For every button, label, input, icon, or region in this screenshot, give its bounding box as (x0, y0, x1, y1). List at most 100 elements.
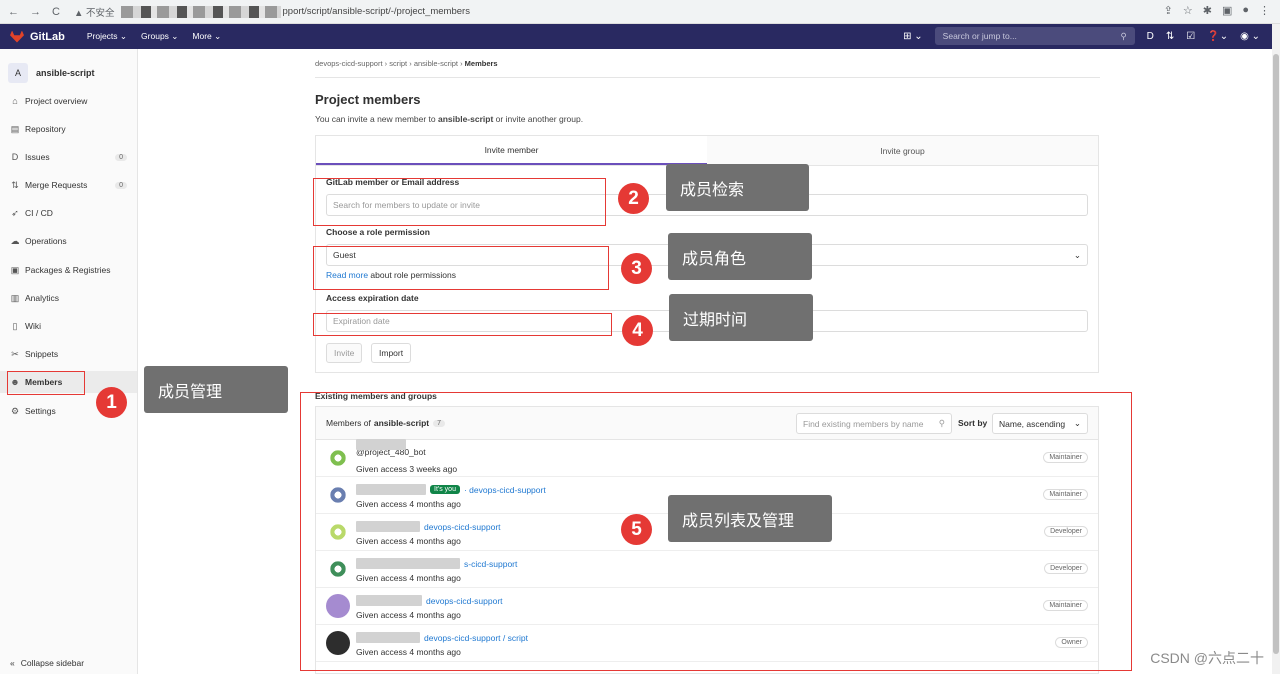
sidebar-item-label: Repository (25, 124, 66, 134)
breadcrumb-current: Members (464, 59, 498, 68)
scrollbar-thumb[interactable] (1273, 54, 1279, 654)
nav-groups[interactable]: Groups ⌄ (141, 31, 178, 42)
todo-icon[interactable]: ☑ (1186, 31, 1195, 42)
annotation-number-2: 2 (618, 183, 649, 214)
annotation-callout-4: 过期时间 (669, 294, 813, 341)
merge-requests-nav-icon[interactable]: ⇅ (1166, 31, 1174, 42)
breadcrumb: devops-cicd-support › script › ansible-s… (315, 59, 498, 68)
annotation-number-5: 5 (621, 514, 652, 545)
tab-invite-group[interactable]: Invite group (707, 136, 1098, 165)
sidebar-item-label: Packages & Registries (25, 265, 111, 275)
project-name: ansible-script (36, 68, 95, 78)
sidebar-item-label: Snippets (25, 349, 59, 359)
insecure-label: 不安全 (86, 7, 115, 19)
sidebar-item-label: Issues (25, 152, 50, 162)
book-icon: ▤ (10, 123, 20, 134)
nav-projects[interactable]: Projects ⌄ (87, 31, 127, 42)
sidebar-item-operations[interactable]: ☁ Operations (0, 230, 137, 252)
annotation-callout-3: 成员角色 (668, 233, 812, 280)
sidebar-item-label: Merge Requests (25, 180, 88, 190)
chevron-down-icon: ⌄ (1073, 249, 1081, 260)
collapse-sidebar-button[interactable]: « Collapse sidebar (10, 658, 84, 668)
divider (315, 77, 1100, 78)
share-icon[interactable]: ⇪ (1164, 4, 1173, 17)
redacted-url-part (120, 5, 281, 18)
reload-icon[interactable]: C (52, 6, 60, 18)
extensions-icon[interactable]: ✱ (1203, 4, 1212, 17)
double-chevron-left-icon: « (10, 658, 15, 668)
merge-request-icon: ⇅ (11, 179, 19, 190)
project-avatar: A (8, 63, 28, 83)
sidebar-item-label: Project overview (25, 96, 88, 106)
issues-nav-icon[interactable]: D (1147, 31, 1154, 42)
sidebar-item-project-overview[interactable]: ⌂ Project overview (0, 90, 137, 112)
rocket-icon: ➶ (11, 207, 19, 218)
breadcrumb-project[interactable]: ansible-script (414, 59, 458, 68)
address-bar[interactable]: ▲ 不安全 pport/script/ansible-script/-/proj… (74, 3, 470, 21)
forward-icon[interactable]: → (30, 6, 41, 18)
sidebar-item-label: CI / CD (25, 208, 53, 218)
sidebar-item-label: Operations (25, 236, 67, 246)
scissors-icon: ✂ (11, 348, 19, 359)
profile-icon[interactable]: ● (1242, 4, 1249, 17)
invite-button[interactable]: Invite (326, 343, 363, 363)
tab-invite-member[interactable]: Invite member (316, 136, 707, 165)
mr-count-badge: 0 (115, 181, 127, 189)
cloud-gauge-icon: ☁ (10, 235, 20, 246)
expiry-field-label: Access expiration date (326, 293, 419, 303)
annotation-box-expiry (313, 313, 612, 336)
nav-more[interactable]: More ⌄ (192, 31, 221, 42)
sidebar-item-label: Settings (25, 406, 56, 416)
new-plus-icon[interactable]: ⊞ ⌄ (903, 31, 923, 42)
gear-icon: ⚙ (10, 405, 20, 416)
breadcrumb-group[interactable]: devops-cicd-support (315, 59, 383, 68)
subtitle-project: ansible-script (438, 114, 494, 124)
sidebar-item-label: Analytics (25, 293, 60, 303)
gitlab-logo[interactable]: GitLab (0, 30, 65, 43)
sidebar-item-ci-cd[interactable]: ➶ CI / CD (0, 202, 137, 224)
help-icon[interactable]: ❓⌄ (1207, 31, 1228, 42)
sidebar-project-header[interactable]: A ansible-script (0, 49, 137, 87)
more-icon[interactable]: ⋮ (1259, 4, 1270, 17)
user-avatar-menu[interactable]: ◉ ⌄ (1240, 31, 1260, 42)
sidebar-item-wiki[interactable]: ▯ Wiki (0, 315, 137, 337)
back-icon[interactable]: ← (8, 6, 19, 18)
sidebar-item-analytics[interactable]: ▥ Analytics (0, 287, 137, 309)
collapse-label: Collapse sidebar (20, 658, 85, 668)
tanuki-icon (10, 30, 24, 43)
book-open-icon: ▯ (12, 320, 18, 331)
gitlab-top-nav: GitLab Projects ⌄ Groups ⌄ More ⌄ ⊞ ⌄ Se… (0, 24, 1272, 49)
annotation-number-4: 4 (622, 315, 653, 346)
annotation-callout-5: 成员列表及管理 (668, 495, 832, 542)
browser-toolbar: ← → C ▲ 不安全 pport/script/ansible-script/… (0, 0, 1280, 24)
sidebar-item-issues[interactable]: D Issues 0 (0, 146, 137, 168)
issues-count-badge: 0 (115, 153, 127, 161)
chart-icon: ▥ (10, 292, 20, 303)
sidebar-item-repository[interactable]: ▤ Repository (0, 118, 137, 140)
sidebar-item-packages[interactable]: ▣ Packages & Registries (0, 259, 137, 281)
sidebar-item-snippets[interactable]: ✂ Snippets (0, 343, 137, 365)
annotation-box-search (313, 178, 606, 226)
sidebar-item-merge-requests[interactable]: ⇅ Merge Requests 0 (0, 174, 137, 196)
page-subtitle: You can invite a new member to ansible-s… (315, 114, 584, 124)
annotation-box-members (7, 371, 85, 395)
issues-icon: D (11, 152, 19, 162)
annotation-number-3: 3 (621, 253, 652, 284)
page-scrollbar[interactable] (1272, 24, 1280, 674)
role-field-label: Choose a role permission (326, 227, 430, 237)
url-text: pport/script/ansible-script/-/project_me… (282, 6, 470, 17)
csdn-watermark: CSDN @六点二十 (1150, 650, 1264, 666)
annotation-box-role (313, 246, 609, 290)
star-icon[interactable]: ☆ (1183, 4, 1193, 17)
sidebar-item-label: Wiki (25, 321, 42, 331)
import-button[interactable]: Import (371, 343, 412, 363)
annotation-callout-2: 成员检索 (666, 164, 809, 211)
brand-name: GitLab (30, 30, 65, 43)
search-icon: ⚲ (1120, 30, 1127, 41)
sidepanel-icon[interactable]: ▣ (1222, 4, 1232, 17)
search-input[interactable]: Search or jump to... ⚲ (934, 27, 1135, 45)
search-placeholder: Search or jump to... (942, 31, 1017, 41)
package-icon: ▣ (10, 264, 20, 275)
breadcrumb-subgroup[interactable]: script (389, 59, 407, 68)
home-icon: ⌂ (12, 96, 18, 106)
